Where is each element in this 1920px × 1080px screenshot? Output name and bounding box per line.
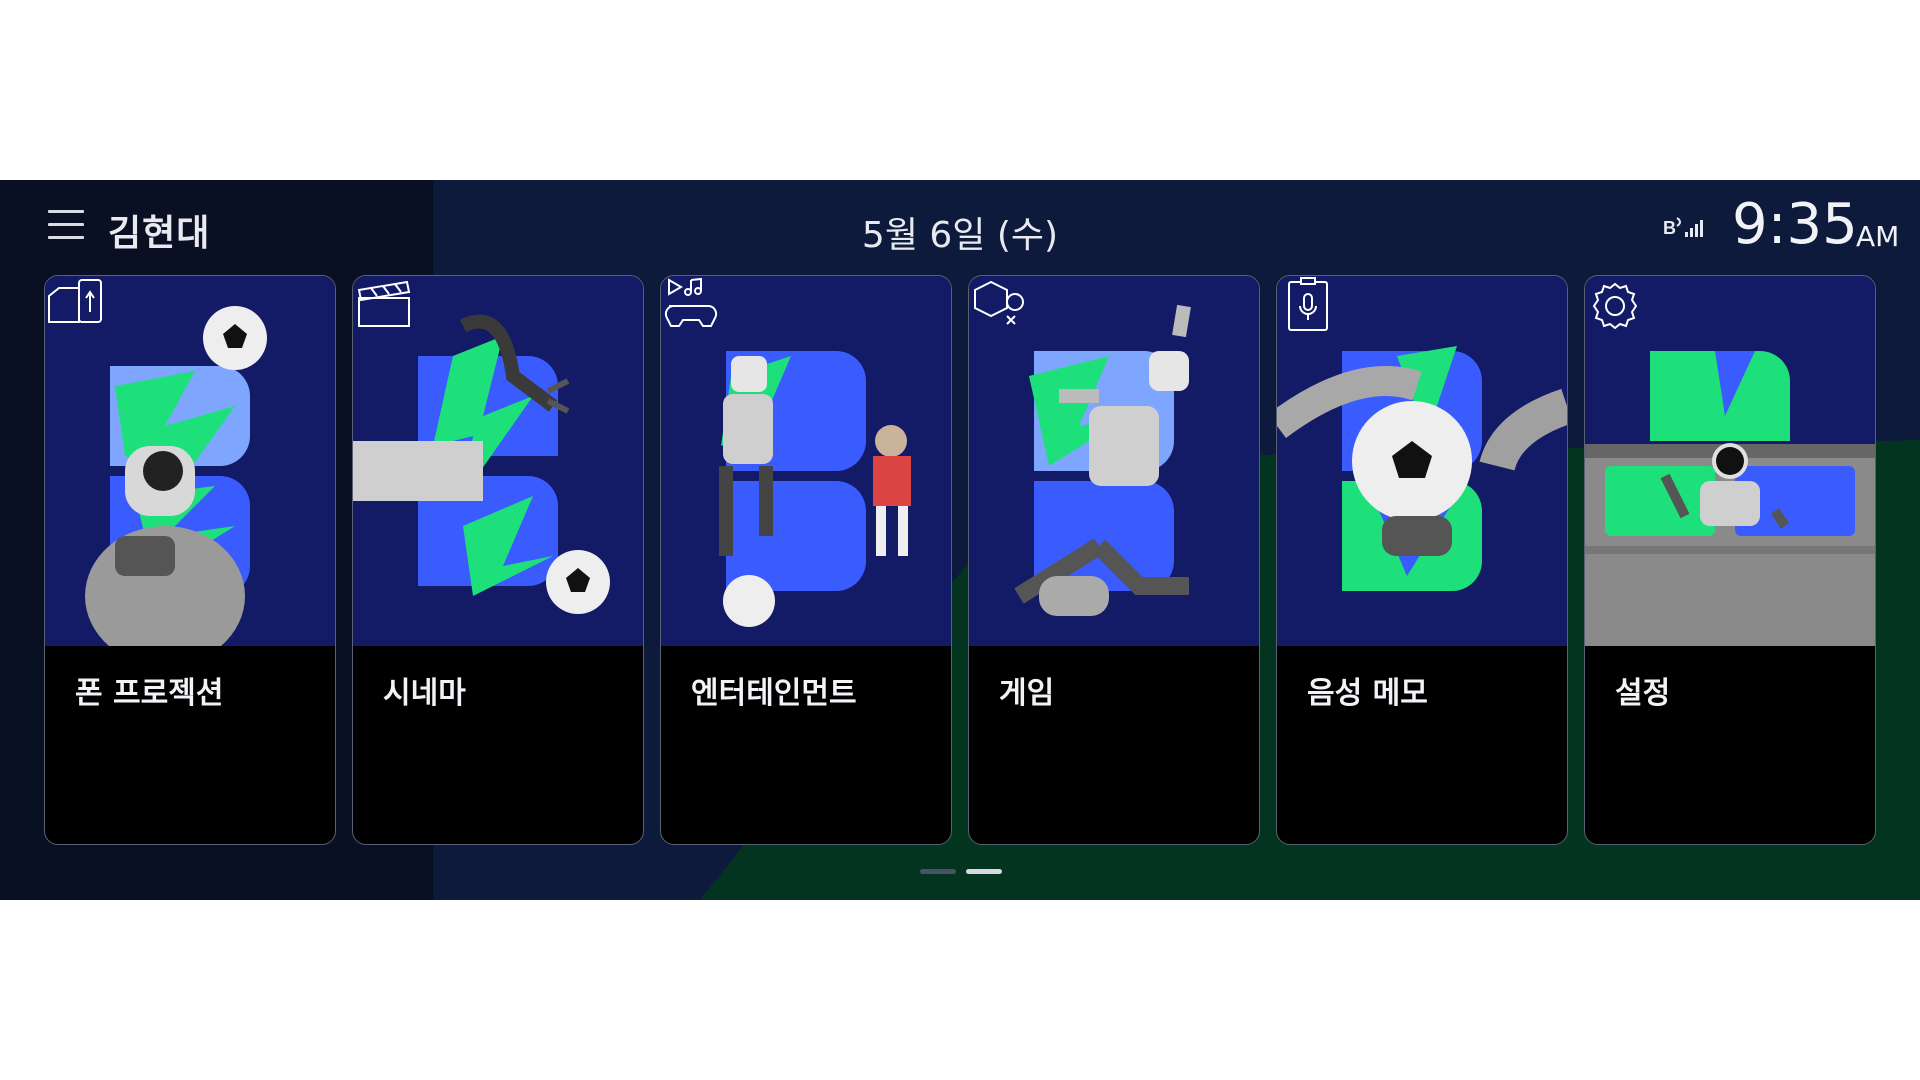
page-dot-1[interactable]	[920, 869, 956, 874]
svg-text:B: B	[1663, 218, 1676, 238]
card-artwork	[45, 276, 335, 646]
card-artwork	[661, 276, 951, 646]
card-label: 시네마	[383, 676, 466, 711]
card-label: 폰 프로젝션	[75, 676, 224, 711]
voice-memo-icon	[1288, 277, 1328, 331]
date-display: 5월 6일 (수)	[861, 215, 1059, 256]
card-cinema[interactable]: 시네마	[352, 275, 644, 845]
card-game[interactable]: 게임	[968, 275, 1260, 845]
page-dot-2-active[interactable]	[966, 869, 1002, 874]
clapperboard-icon	[357, 280, 411, 327]
app-cards: 폰 프로젝션 시네마 엔터테인먼트 게임 음성 메모 설정	[44, 275, 1876, 845]
card-voice-memo[interactable]: 음성 메모	[1276, 275, 1568, 845]
card-entertainment[interactable]: 엔터테인먼트	[660, 275, 952, 845]
card-label: 엔터테인먼트	[691, 676, 857, 711]
game-shapes-icon	[974, 280, 1024, 325]
phone-projection-icon	[48, 279, 102, 323]
card-label: 설정	[1615, 676, 1671, 711]
card-artwork	[353, 276, 643, 646]
status-bar: 김현대 5월 6일 (수) B 9:35 AM	[0, 180, 1920, 272]
page-indicator	[0, 869, 1920, 877]
card-artwork	[1277, 276, 1567, 646]
clock-ampm: AM	[1856, 220, 1900, 253]
clock-time: 9:35	[1732, 192, 1858, 257]
bluetooth-signal-icon: B	[1663, 217, 1703, 238]
card-artwork	[969, 276, 1259, 646]
card-settings[interactable]: 설정	[1584, 275, 1876, 845]
card-artwork	[1585, 276, 1875, 646]
gear-icon	[1592, 282, 1638, 330]
card-label: 음성 메모	[1307, 676, 1428, 711]
card-phone-projection[interactable]: 폰 프로젝션	[44, 275, 336, 845]
card-label: 게임	[999, 676, 1055, 711]
media-gamepad-icon	[664, 277, 718, 327]
home-screen: 김현대 5월 6일 (수) B 9:35 AM 폰 프로젝션 시네마 엔터테인먼…	[0, 180, 1920, 900]
